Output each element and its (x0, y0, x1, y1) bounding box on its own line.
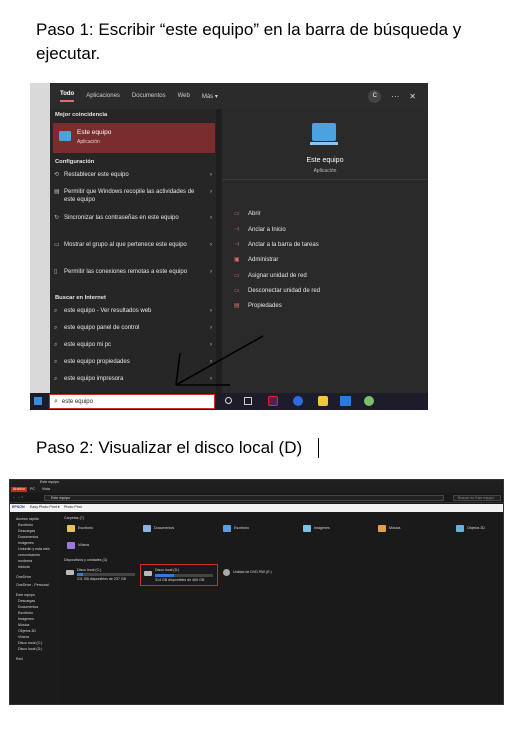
search-placeholder: Buscar en Este equipo (458, 496, 495, 500)
mail-icon[interactable] (340, 396, 351, 406)
drive-free: 314 GB disponibles de 465 GB (155, 578, 205, 582)
folder-icon (67, 525, 75, 532)
folder-item[interactable] (143, 525, 151, 532)
sidebar-item[interactable]: comunicación (18, 553, 40, 558)
folder-icon (378, 525, 386, 532)
app-icon[interactable] (364, 396, 374, 406)
nav-sidebar: Acceso rápido Escritorio Descargas Docum… (10, 513, 60, 704)
folder-label: Escritorio (78, 526, 93, 530)
sidebar-item[interactable]: Descargas (18, 529, 35, 534)
folders-header: Carpetas (7) (64, 516, 84, 520)
search-screenshot: Todo Aplicaciones Documentos Web Más ▾ C… (30, 83, 428, 410)
folder-label: Vídeos (78, 543, 90, 547)
folder-item[interactable] (67, 525, 75, 532)
hard-drive-icon (144, 571, 152, 576)
explorer-screenshot: Este equipo Archivo PC Vista ← → ↑ Este … (9, 479, 504, 705)
drive-usage-bar (77, 573, 135, 576)
sidebar-item[interactable]: OneDrive - Personal (16, 583, 49, 588)
explorer-search-input[interactable]: Buscar en Este equipo (453, 495, 501, 501)
folder-item[interactable] (378, 525, 386, 532)
folder-label: Escritorio (234, 526, 249, 530)
epson-toolbar: EPSON Easy Photo Print ▾ Photo Print (10, 504, 503, 512)
tab-vista[interactable]: Vista (42, 487, 50, 492)
sidebar-item[interactable]: Objetos 3D (18, 629, 36, 634)
address-text: Este equipo (51, 496, 70, 500)
sidebar-item[interactable]: moderna (18, 559, 32, 564)
sidebar-item[interactable]: Descargas (18, 599, 35, 604)
address-row: ← → ↑ Este equipo Buscar en Este equipo (10, 493, 503, 503)
drive-d-highlight[interactable]: Disco local (D:) 314 GB disponibles de 4… (140, 564, 218, 586)
folder-icon (456, 525, 464, 532)
cortana-icon[interactable] (225, 397, 232, 404)
folder-label: Imágenes (314, 526, 330, 530)
taskbar: ⌕ este equipo (30, 393, 428, 410)
folder-label: Documentos (154, 526, 175, 530)
folder-label: Objetos 3D (467, 526, 485, 530)
tab-pc[interactable]: PC (30, 487, 35, 492)
hard-drive-icon (66, 570, 74, 575)
sidebar-item[interactable]: Vídeos (18, 635, 29, 640)
photo-print-button[interactable]: Photo Print (64, 505, 82, 510)
address-bar[interactable]: Este equipo (44, 495, 444, 501)
sidebar-item[interactable]: Escritorio (18, 611, 33, 616)
folder-item[interactable] (223, 525, 231, 532)
sidebar-item[interactable]: Música (18, 623, 29, 628)
folder-item[interactable] (67, 542, 75, 549)
folder-label: Música (389, 526, 401, 530)
ribbon: Archivo PC Vista (10, 486, 503, 493)
sidebar-item[interactable]: Este equipo (16, 593, 35, 598)
app-icon[interactable] (268, 396, 278, 406)
step1-heading: Paso 1: Escribir “este equipo” en la bar… (36, 20, 462, 63)
drive-free: 211 GB disponibles de 237 GB (77, 577, 127, 581)
step2-heading: Paso 2: Visualizar el disco local (D) (36, 438, 303, 457)
sidebar-item[interactable]: Imágenes (18, 541, 34, 546)
easy-photo-print-button[interactable]: Easy Photo Print ▾ (30, 505, 60, 510)
sidebar-item[interactable]: Disco local (D:) (18, 647, 42, 652)
sidebar-item[interactable]: historia (18, 565, 30, 570)
sidebar-item[interactable]: OneDrive (16, 575, 31, 580)
app-icon[interactable] (293, 396, 303, 406)
sidebar-item[interactable]: Documentos (18, 605, 38, 610)
sidebar-item[interactable]: Imágenes (18, 617, 34, 622)
tab-archivo[interactable]: Archivo (11, 487, 27, 492)
text-cursor (318, 438, 319, 458)
drive-name: Disco local (D:) (155, 568, 180, 572)
folder-icon (303, 525, 311, 532)
search-query: este equipo (61, 398, 93, 405)
sidebar-item[interactable]: Escritorio (18, 523, 33, 528)
folder-icon (67, 542, 75, 549)
drives-header: Dispositivos y unidades (3) (64, 558, 107, 562)
dvd-icon (223, 569, 230, 576)
task-view-icon[interactable] (244, 397, 252, 405)
app-icon[interactable] (318, 396, 328, 406)
nav-arrows-icon[interactable]: ← → ↑ (12, 495, 23, 500)
search-icon: ⌕ (54, 397, 58, 405)
windows-start-icon[interactable] (34, 397, 42, 405)
drive-usage-bar (155, 574, 213, 577)
folder-item[interactable] (303, 525, 311, 532)
sidebar-item[interactable]: Disco local (C:) (18, 641, 42, 646)
arrow-annotation (175, 335, 264, 386)
folder-item[interactable] (456, 525, 464, 532)
epson-logo: EPSON (12, 505, 25, 509)
drive-name: Unidad de DVD RW (E:) (233, 570, 272, 574)
window-title: Este equipo (40, 480, 59, 484)
sidebar-item[interactable]: Red (16, 657, 23, 662)
sidebar-item[interactable]: Documentos (18, 535, 38, 540)
folder-icon (223, 525, 231, 532)
sidebar-item[interactable]: Acceso rápido (16, 517, 39, 522)
sidebar-item[interactable]: Linkedin y esta web (18, 547, 50, 552)
folder-icon (143, 525, 151, 532)
taskbar-search-input[interactable]: ⌕ este equipo (49, 394, 215, 409)
